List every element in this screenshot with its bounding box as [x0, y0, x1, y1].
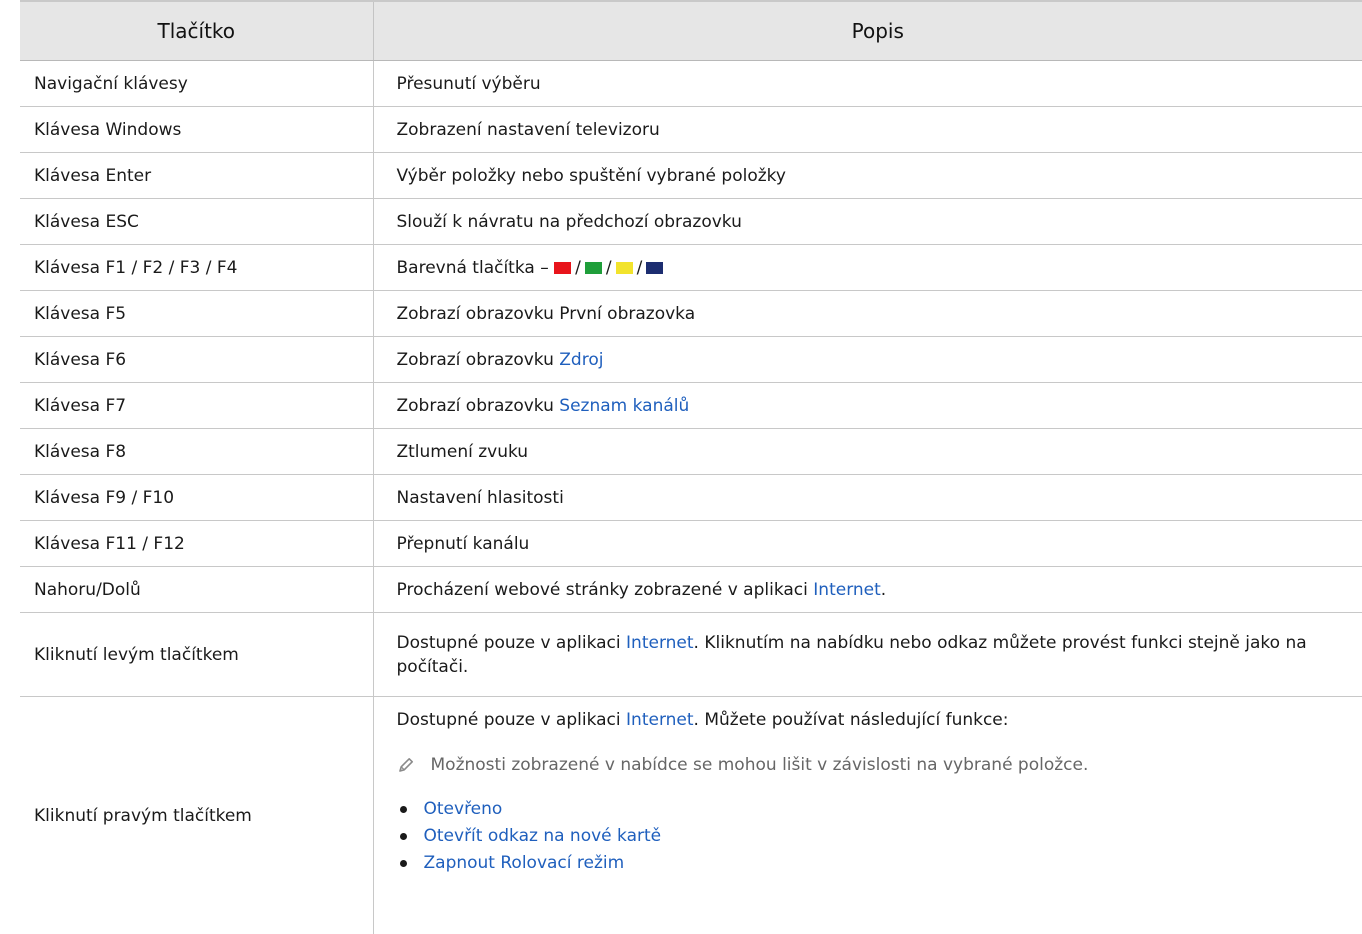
table-row: Klávesa F5 Zobrazí obrazovku První obraz…: [20, 291, 1362, 337]
red-swatch: [554, 262, 571, 274]
table-row: Klávesa Windows Zobrazení nastavení tele…: [20, 107, 1362, 153]
description-cell: Zobrazí obrazovku První obrazovka: [373, 291, 1362, 337]
separator: /: [637, 258, 643, 278]
key-cell: Kliknutí levým tlačítkem: [20, 613, 373, 697]
key-cell: Klávesa F5: [20, 291, 373, 337]
table-row: Klávesa Enter Výběr položky nebo spuštěn…: [20, 153, 1362, 199]
description-cell: Nastavení hlasitosti: [373, 475, 1362, 521]
key-cell: Navigační klávesy: [20, 61, 373, 107]
source-link[interactable]: Zdroj: [559, 350, 603, 370]
open-in-new-tab-option-link[interactable]: Otevřít odkaz na nové kartě: [424, 826, 662, 846]
description-cell: Barevná tlačítka – / / /: [373, 245, 1362, 291]
table-row: Klávesa F7 Zobrazí obrazovku Seznam kaná…: [20, 383, 1362, 429]
list-item: Zapnout Rolovací režim: [397, 851, 1362, 878]
description-cell: Přepnutí kanálu: [373, 521, 1362, 567]
internet-link[interactable]: Internet: [626, 710, 694, 730]
blue-swatch: [646, 262, 663, 274]
description-cell: Přesunutí výběru: [373, 61, 1362, 107]
description-suffix: .: [881, 580, 886, 600]
table-row: Klávesa ESC Slouží k návratu na předchoz…: [20, 199, 1362, 245]
open-option-link[interactable]: Otevřeno: [424, 799, 503, 819]
bullet-dot-icon: [400, 860, 407, 867]
channel-list-link[interactable]: Seznam kanálů: [559, 396, 689, 416]
description-cell: Slouží k návratu na předchozí obrazovku: [373, 199, 1362, 245]
table-row: Kliknutí pravým tlačítkem Dostupné pouze…: [20, 697, 1362, 934]
bullet-dot-icon: [400, 833, 407, 840]
table-row: Klávesa F9 / F10 Nastavení hlasitosti: [20, 475, 1362, 521]
key-cell: Klávesa F11 / F12: [20, 521, 373, 567]
key-cell: Kliknutí pravým tlačítkem: [20, 697, 373, 934]
scroll-mode-option-link[interactable]: Zapnout Rolovací režim: [424, 853, 625, 873]
table-row: Nahoru/Dolů Procházení webové stránky zo…: [20, 567, 1362, 613]
note: Možnosti zobrazené v nabídce se mohou li…: [397, 753, 1362, 777]
header-description-column: Popis: [373, 1, 1362, 61]
description-text: Dostupné pouze v aplikaci: [397, 710, 621, 730]
key-cell: Klávesa ESC: [20, 199, 373, 245]
description-suffix: . Můžete používat následující funkce:: [694, 710, 1009, 730]
list-item: Otevřeno: [397, 797, 1362, 824]
key-cell: Klávesa Enter: [20, 153, 373, 199]
yellow-swatch: [616, 262, 633, 274]
internet-link[interactable]: Internet: [813, 580, 881, 600]
key-cell: Nahoru/Dolů: [20, 567, 373, 613]
page: Tlačítko Popis Navigační klávesy Přesunu…: [0, 0, 1362, 921]
description-cell: Zobrazí obrazovku Zdroj: [373, 337, 1362, 383]
separator: /: [575, 258, 581, 278]
bullet-dot-icon: [400, 806, 407, 813]
table-header-row: Tlačítko Popis: [20, 1, 1362, 61]
key-cell: Klávesa Windows: [20, 107, 373, 153]
description-cell: Ztlumení zvuku: [373, 429, 1362, 475]
note-text: Možnosti zobrazené v nabídce se mohou li…: [431, 753, 1089, 777]
green-swatch: [585, 262, 602, 274]
description-cell: Dostupné pouze v aplikaci Internet. Klik…: [373, 613, 1362, 697]
key-cell: Klávesa F9 / F10: [20, 475, 373, 521]
table-row: Klávesa F6 Zobrazí obrazovku Zdroj: [20, 337, 1362, 383]
description-cell: Výběr položky nebo spuštění vybrané polo…: [373, 153, 1362, 199]
description-text: Procházení webové stránky zobrazené v ap…: [397, 580, 808, 600]
table-row: Klávesa F8 Ztlumení zvuku: [20, 429, 1362, 475]
key-cell: Klávesa F7: [20, 383, 373, 429]
table-row: Kliknutí levým tlačítkem Dostupné pouze …: [20, 613, 1362, 697]
key-cell: Klávesa F1 / F2 / F3 / F4: [20, 245, 373, 291]
description-cell: Zobrazení nastavení televizoru: [373, 107, 1362, 153]
key-cell: Klávesa F8: [20, 429, 373, 475]
separator: /: [606, 258, 612, 278]
table-row: Klávesa F1 / F2 / F3 / F4 Barevná tlačít…: [20, 245, 1362, 291]
keyboard-keys-table: Tlačítko Popis Navigační klávesy Přesunu…: [20, 0, 1362, 934]
description-line: Dostupné pouze v aplikaci Internet. Může…: [397, 708, 1362, 732]
table-row: Navigační klávesy Přesunutí výběru: [20, 61, 1362, 107]
description-cell: Procházení webové stránky zobrazené v ap…: [373, 567, 1362, 613]
description-text: Dostupné pouze v aplikaci: [397, 633, 621, 653]
header-key-column: Tlačítko: [20, 1, 373, 61]
pencil-note-icon: [397, 756, 415, 774]
description-cell: Dostupné pouze v aplikaci Internet. Může…: [373, 697, 1362, 934]
description-cell: Zobrazí obrazovku Seznam kanálů: [373, 383, 1362, 429]
color-buttons-text: Barevná tlačítka –: [397, 258, 549, 278]
description-text: Zobrazí obrazovku: [397, 350, 554, 370]
key-cell: Klávesa F6: [20, 337, 373, 383]
list-item: Otevřít odkaz na nové kartě: [397, 824, 1362, 851]
table-row: Klávesa F11 / F12 Přepnutí kanálu: [20, 521, 1362, 567]
internet-link[interactable]: Internet: [626, 633, 694, 653]
context-menu-options-list: Otevřeno Otevřít odkaz na nové kartě Zap…: [397, 797, 1362, 878]
description-text: Zobrazí obrazovku: [397, 396, 554, 416]
